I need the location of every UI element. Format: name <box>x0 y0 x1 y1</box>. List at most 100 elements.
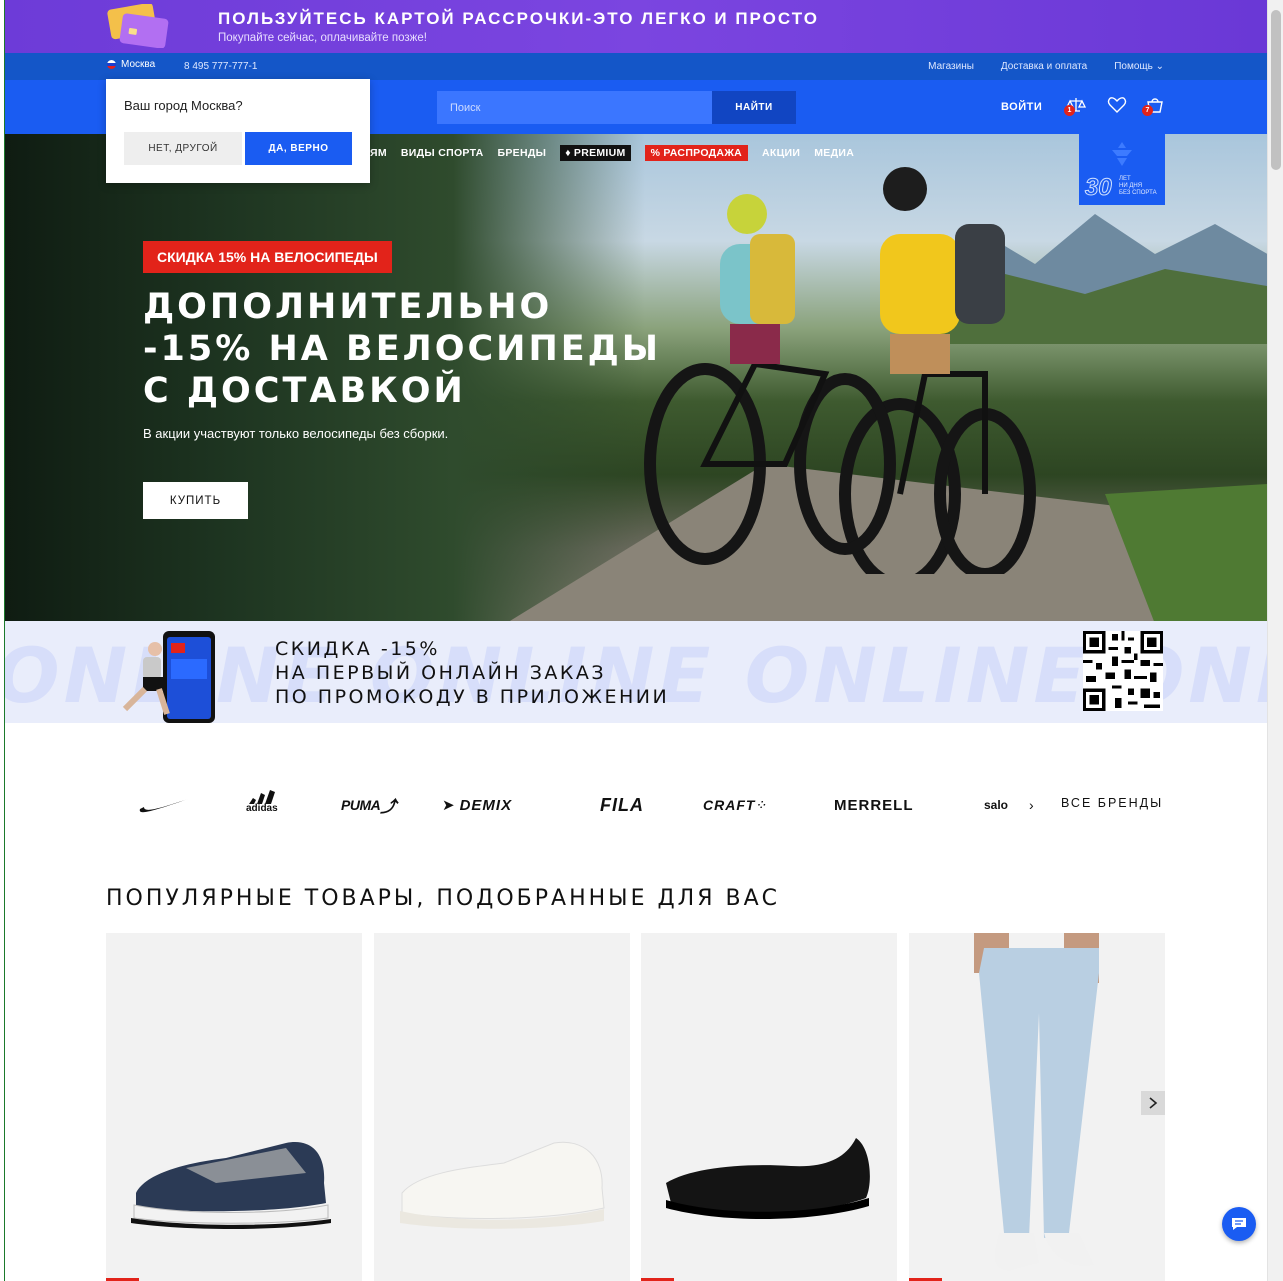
city-question: Ваш город Москва? <box>124 98 243 113</box>
diamond-icon: ♦ <box>565 147 571 159</box>
russia-flag-icon <box>107 60 116 69</box>
popular-products-title: ПОПУЛЯРНЫЕ ТОВАРЫ, ПОДОБРАННЫЕ ДЛЯ ВАС <box>106 886 780 911</box>
brand-nike[interactable] <box>138 790 190 820</box>
adidas-stripes-icon <box>248 790 275 804</box>
product-image-sneaker-white <box>400 1141 605 1229</box>
products-next-button[interactable] <box>1141 1091 1165 1115</box>
brand-craft[interactable]: CRAFT ⁘ <box>703 790 767 820</box>
search-input[interactable] <box>437 91 712 124</box>
nike-swoosh-icon <box>139 799 188 813</box>
link-help-label: Помощь <box>1114 61 1153 72</box>
cart-count-badge: 7 <box>1142 105 1153 116</box>
anniversary-number: 30 <box>1085 174 1113 202</box>
sportsman-logo-icon <box>1112 142 1132 166</box>
brand-puma[interactable]: PUMA ⤴ <box>341 790 396 820</box>
credit-card-icon <box>107 4 169 48</box>
anniversary-text-line: БЕЗ СПОРТА <box>1119 190 1157 196</box>
search-button[interactable]: НАЙТИ <box>712 91 796 124</box>
craft-dots-icon: ⁘ <box>757 799 767 811</box>
app-promo-line: НА ПЕРВЫЙ ОНЛАЙН ЗАКАЗ <box>275 662 607 684</box>
city-no-button[interactable]: НЕТ, ДРУГОЙ <box>124 132 242 165</box>
chat-icon <box>1232 1218 1246 1230</box>
phone-with-athlete-image <box>122 631 215 723</box>
product-card[interactable] <box>909 933 1165 1281</box>
banner-title: ПОЛЬЗУЙТЕСЬ КАРТОЙ РАССРОЧКИ-ЭТО ЛЕГКО И… <box>218 9 819 28</box>
nav-item-brands[interactable]: БРЕНДЫ <box>498 147 547 159</box>
link-delivery[interactable]: Доставка и оплата <box>1001 61 1087 72</box>
app-promo-line: ПО ПРОМОКОДУ В ПРИЛОЖЕНИИ <box>275 686 670 708</box>
city-selector[interactable]: Москва <box>107 59 155 70</box>
hero-headline: ДОПОЛНИТЕЛЬНО -15% НА ВЕЛОСИПЕДЫ С ДОСТА… <box>143 286 661 412</box>
anniversary-text-line: ЛЕТ <box>1119 176 1131 182</box>
hero-discount-tag: СКИДКА 15% НА ВЕЛОСИПЕДЫ <box>143 241 392 273</box>
anniversary-text-line: НИ ДНЯ <box>1119 183 1143 189</box>
brands-next-arrow[interactable]: › <box>1029 790 1034 820</box>
app-promo-text: СКИДКА -15% НА ПЕРВЫЙ ОНЛАЙН ЗАКАЗ ПО ПР… <box>275 637 669 709</box>
chevron-right-icon <box>1149 1097 1158 1109</box>
nav-premium-label: PREMIUM <box>573 147 626 159</box>
adidas-wordmark: adidas <box>246 803 278 814</box>
app-promo-strip[interactable]: ONLINE ONLINE ONLINE ONLINE ONLINE ONLIN… <box>5 621 1267 723</box>
brand-demix[interactable]: ➤ DEMIX <box>442 790 512 820</box>
city-yes-button[interactable]: ДА, ВЕРНО <box>245 132 352 165</box>
brand-merrell[interactable]: MERRELL <box>834 790 914 820</box>
salomon-wordmark: salo <box>984 798 1009 812</box>
utility-links: Магазины Доставка и оплата Помощь ⌄ <box>928 61 1164 72</box>
nav-item-promotions[interactable]: АКЦИИ <box>762 147 800 159</box>
nav-item-sports[interactable]: ВИДЫ СПОРТА <box>401 147 484 159</box>
banner-subtitle: Покупайте сейчас, оплачивайте позже! <box>218 32 427 44</box>
fila-wordmark: FILA <box>600 794 644 815</box>
nav-item-sale[interactable]: % РАСПРОДАЖА <box>644 145 748 161</box>
brand-adidas[interactable]: adidas <box>246 790 278 820</box>
product-carousel <box>106 933 1166 1281</box>
installment-card-banner[interactable]: ПОЛЬЗУЙТЕСЬ КАРТОЙ РАССРОЧКИ-ЭТО ЛЕГКО И… <box>5 0 1267 53</box>
brand-fila[interactable]: FILA <box>600 790 644 820</box>
search-form: НАЙТИ <box>437 91 797 124</box>
anniversary-badge[interactable]: 30 ЛЕТ НИ ДНЯ БЕЗ СПОРТА <box>1079 134 1165 205</box>
scrollbar-thumb[interactable] <box>1271 10 1281 170</box>
city-name: Москва <box>121 59 156 70</box>
hero-banner[interactable]: ЯМ ВИДЫ СПОРТА БРЕНДЫ ♦ PREMIUM % РАСПРОД… <box>5 134 1267 621</box>
all-brands-link[interactable]: ВСЕ БРЕНДЫ <box>1061 796 1163 810</box>
hero-headline-line: -15% НА ВЕЛОСИПЕДЫ <box>143 329 662 369</box>
cyclists-photo <box>644 167 1036 574</box>
window-frame-left <box>0 0 5 1281</box>
chevron-right-icon: › <box>1029 797 1034 813</box>
craft-wordmark: CRAFT <box>703 797 756 813</box>
product-card[interactable] <box>374 933 630 1281</box>
page-scrollbar[interactable] <box>1267 0 1283 1281</box>
link-stores[interactable]: Магазины <box>928 61 974 72</box>
puma-wordmark: PUMA <box>341 797 381 813</box>
heart-icon[interactable] <box>1107 96 1127 114</box>
product-image-sneaker-blue <box>131 1142 331 1229</box>
product-image-pants <box>974 933 1099 1271</box>
merrell-wordmark: MERRELL <box>834 796 914 814</box>
product-card[interactable] <box>641 933 897 1281</box>
app-promo-line: СКИДКА -15% <box>275 638 440 660</box>
brands-carousel: adidas PUMA ⤴ ➤ DEMIX FILA CRAFT ⁘ MERRELL … <box>106 780 1166 830</box>
product-card[interactable] <box>106 933 362 1281</box>
demix-wordmark: DEMIX <box>459 796 513 814</box>
chat-button[interactable] <box>1222 1207 1256 1241</box>
nav-item-premium[interactable]: ♦ PREMIUM <box>560 145 631 161</box>
link-help[interactable]: Помощь ⌄ <box>1114 61 1164 72</box>
nav-item-partial[interactable]: ЯМ <box>370 147 387 159</box>
anniversary-text: ЛЕТ НИ ДНЯ БЕЗ СПОРТА <box>1119 176 1157 197</box>
demix-arrow-icon: ➤ <box>442 797 456 814</box>
hero-headline-line: С ДОСТАВКОЙ <box>143 371 466 411</box>
city-confirm-popup: Ваш город Москва? НЕТ, ДРУГОЙ ДА, ВЕРНО <box>106 79 370 183</box>
chevron-down-icon: ⌄ <box>1155 61 1164 72</box>
category-nav: ЯМ ВИДЫ СПОРТА БРЕНДЫ ♦ PREMIUM % РАСПРОД… <box>370 145 868 161</box>
puma-cat-icon: ⤴ <box>380 799 396 816</box>
brand-salomon-partial[interactable]: salo <box>984 790 1020 820</box>
product-image-slip-on-black <box>666 1138 870 1220</box>
qr-code <box>1083 631 1163 711</box>
hero-description: В акции участвуют только велосипеды без … <box>143 426 449 441</box>
buy-button[interactable]: КУПИТЬ <box>143 482 248 519</box>
phone-number[interactable]: 8 495 777-777-1 <box>184 61 257 72</box>
hero-headline-line: ДОПОЛНИТЕЛЬНО <box>143 287 553 327</box>
login-link[interactable]: ВОЙТИ <box>1001 101 1042 113</box>
utility-bar: Москва 8 495 777-777-1 Магазины Доставка… <box>5 53 1267 80</box>
compare-count-badge: 1 <box>1064 105 1075 116</box>
nav-item-media[interactable]: МЕДИА <box>814 147 854 159</box>
